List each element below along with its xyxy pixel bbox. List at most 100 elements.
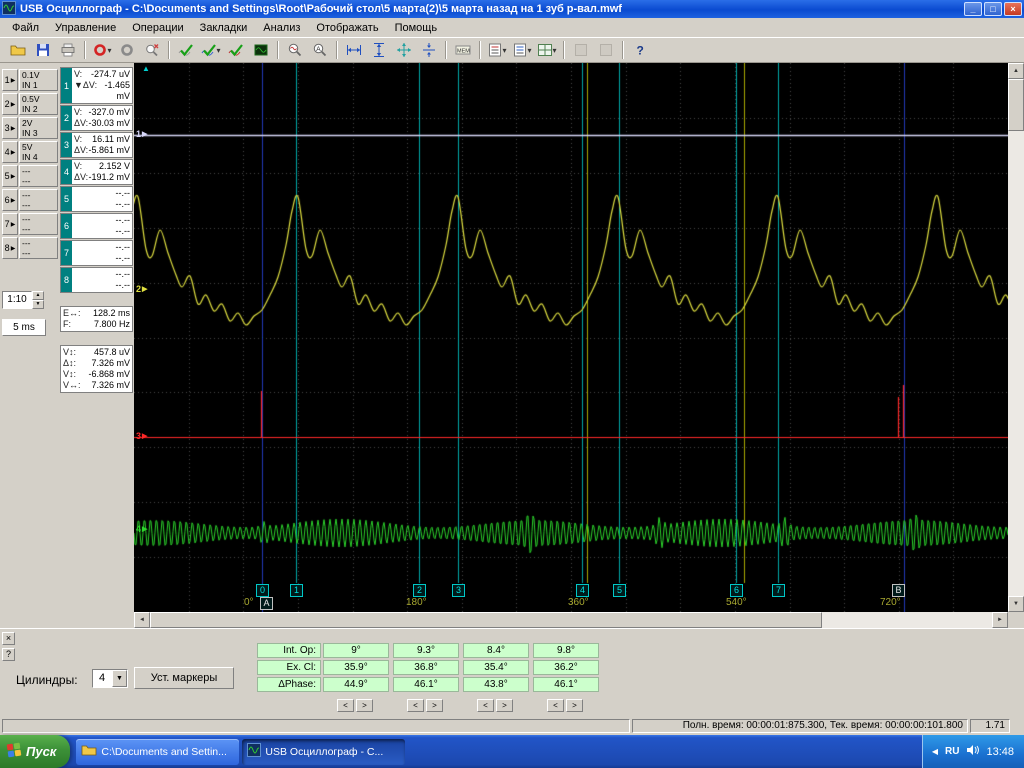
cylinder-4-prev-button[interactable]: < bbox=[547, 699, 564, 712]
timing-marker-1[interactable]: 1 bbox=[290, 584, 303, 597]
help-button[interactable]: ? bbox=[628, 39, 652, 61]
cylinders-select[interactable]: 4 ▼ bbox=[92, 669, 128, 688]
channel-row-2: 2 ▶ 0.5V IN 2 bbox=[2, 93, 58, 115]
trigger-marker[interactable]: ▲ bbox=[142, 64, 150, 73]
horizontal-scroll-thumb[interactable] bbox=[150, 612, 822, 628]
channel-5-button[interactable]: 5 ▶ bbox=[2, 165, 18, 187]
channel-3-button[interactable]: 3 ▶ bbox=[2, 117, 18, 139]
vertical-scrollbar[interactable]: ▲ ▼ bbox=[1008, 63, 1024, 612]
panel-help-button[interactable]: ? bbox=[2, 648, 15, 661]
channel-5-range[interactable]: --- --- bbox=[19, 165, 58, 187]
report-list-button[interactable]: ▾ bbox=[510, 39, 534, 61]
timing-marker-0[interactable]: 0 bbox=[256, 584, 269, 597]
fit-signal-button[interactable] bbox=[417, 39, 441, 61]
open-button[interactable] bbox=[6, 39, 30, 61]
task-button-2[interactable]: USB Осциллограф - C... bbox=[242, 738, 406, 765]
spin-down-icon[interactable]: ▼ bbox=[32, 300, 44, 309]
maximize-button[interactable]: □ bbox=[984, 2, 1002, 16]
dropdown-arrow-icon[interactable]: ▾ bbox=[216, 46, 220, 55]
vertical-scroll-thumb[interactable] bbox=[1008, 79, 1024, 131]
timing-marker-7[interactable]: 7 bbox=[772, 584, 785, 597]
probe-ratio-spinner[interactable]: 1:10 ▲ ▼ bbox=[2, 291, 44, 309]
channel-7-button[interactable]: 7 ▶ bbox=[2, 213, 18, 235]
channel-7-range[interactable]: --- --- bbox=[19, 213, 58, 235]
close-button[interactable]: × bbox=[1004, 2, 1022, 16]
panel-close-button[interactable]: × bbox=[2, 632, 15, 645]
cylinder-1-next-button[interactable]: > bbox=[356, 699, 373, 712]
stop-acquisition-button[interactable] bbox=[115, 39, 139, 61]
center-markers-button[interactable] bbox=[392, 39, 416, 61]
channel-arrow-icon: ▶ bbox=[10, 173, 16, 180]
cylinder-3-next-button[interactable]: > bbox=[496, 699, 513, 712]
channel-3-range[interactable]: 2V IN 3 bbox=[19, 117, 58, 139]
dropdown-arrow-icon[interactable]: ▾ bbox=[527, 46, 531, 55]
start-button[interactable]: Пуск bbox=[0, 735, 71, 768]
menu-view[interactable]: Отображать bbox=[308, 20, 386, 36]
channel-1-button[interactable]: 1 ▶ bbox=[2, 69, 18, 91]
channel-6-range[interactable]: --- --- bbox=[19, 189, 58, 211]
measure-mode-button[interactable]: ▾ bbox=[199, 39, 223, 61]
timing-marker-5[interactable]: 5 bbox=[613, 584, 626, 597]
channel-2-readout: 2 V: -327.0 mV ΔV: -30.03 mV bbox=[60, 105, 133, 131]
cylinder-4-next-button[interactable]: > bbox=[566, 699, 583, 712]
bookmark-list-button[interactable]: ▾ bbox=[485, 39, 509, 61]
scroll-up-button[interactable]: ▲ bbox=[1008, 63, 1024, 79]
horizontal-markers-button[interactable] bbox=[342, 39, 366, 61]
svg-text:MEM: MEM bbox=[457, 49, 470, 55]
channel-1-range[interactable]: 0.1V IN 1 bbox=[19, 69, 58, 91]
start-acquisition-button[interactable]: ▾ bbox=[90, 39, 114, 61]
menu-file[interactable]: Файл bbox=[4, 20, 47, 36]
timing-marker-4[interactable]: 4 bbox=[576, 584, 589, 597]
cylinder-3-prev-button[interactable]: < bbox=[477, 699, 494, 712]
spin-up-icon[interactable]: ▲ bbox=[32, 291, 44, 300]
zoom-signal-button[interactable] bbox=[283, 39, 307, 61]
memory-button[interactable]: MEM bbox=[451, 39, 475, 61]
print-button[interactable] bbox=[56, 39, 80, 61]
horizontal-scrollbar[interactable]: ◄ ► bbox=[134, 612, 1008, 628]
timing-marker-3[interactable]: 3 bbox=[452, 584, 465, 597]
autoset-button[interactable] bbox=[174, 39, 198, 61]
timing-marker-2[interactable]: 2 bbox=[413, 584, 426, 597]
verify-signal-button[interactable] bbox=[224, 39, 248, 61]
dropdown-arrow-icon[interactable]: ▼ bbox=[112, 670, 127, 687]
channel-4-range[interactable]: 5V IN 4 bbox=[19, 141, 58, 163]
vertical-markers-button[interactable] bbox=[367, 39, 391, 61]
zoom-auto-button[interactable]: A bbox=[308, 39, 332, 61]
volume-icon[interactable] bbox=[966, 744, 980, 759]
overlay-mode-button[interactable] bbox=[249, 39, 273, 61]
channel-2-range[interactable]: 0.5V IN 2 bbox=[19, 93, 58, 115]
menu-help[interactable]: Помощь bbox=[387, 20, 446, 36]
dropdown-arrow-icon[interactable]: ▾ bbox=[502, 46, 506, 55]
task-button-1[interactable]: C:\Documents and Settin... bbox=[76, 738, 240, 765]
channel-2-button[interactable]: 2 ▶ bbox=[2, 93, 18, 115]
timebase-button[interactable]: 5 ms bbox=[2, 319, 46, 336]
range-marker-B[interactable]: B bbox=[892, 584, 905, 597]
cylinder-2-prev-button[interactable]: < bbox=[407, 699, 424, 712]
cylinder-2-next-button[interactable]: > bbox=[426, 699, 443, 712]
scroll-left-button[interactable]: ◄ bbox=[134, 612, 150, 628]
save-button[interactable] bbox=[31, 39, 55, 61]
dropdown-arrow-icon[interactable]: ▾ bbox=[552, 46, 556, 55]
timing-marker-6[interactable]: 6 bbox=[730, 584, 743, 597]
channel-8-button[interactable]: 8 ▶ bbox=[2, 237, 18, 259]
menu-analysis[interactable]: Анализ bbox=[255, 20, 308, 36]
menu-bookmarks[interactable]: Закладки bbox=[192, 20, 256, 36]
minimize-button[interactable]: _ bbox=[964, 2, 982, 16]
scroll-down-button[interactable]: ▼ bbox=[1008, 596, 1024, 612]
set-markers-button[interactable]: Уст. маркеры bbox=[134, 667, 234, 689]
cylinder-1-prev-button[interactable]: < bbox=[337, 699, 354, 712]
channel-8-range[interactable]: --- --- bbox=[19, 237, 58, 259]
clear-button[interactable] bbox=[140, 39, 164, 61]
menu-operations[interactable]: Операции bbox=[124, 20, 191, 36]
channel-6-button[interactable]: 6 ▶ bbox=[2, 189, 18, 211]
range-marker-A[interactable]: A bbox=[260, 597, 273, 610]
menu-control[interactable]: Управление bbox=[47, 20, 124, 36]
channel-4-button[interactable]: 4 ▶ bbox=[2, 141, 18, 163]
language-indicator[interactable]: RU bbox=[945, 746, 959, 757]
grid-settings-button[interactable]: ▾ bbox=[535, 39, 559, 61]
dropdown-arrow-icon[interactable]: ▾ bbox=[107, 46, 111, 55]
channel-3-trace-marker: 3 ▶ bbox=[136, 431, 148, 441]
status-main-panel bbox=[2, 719, 630, 733]
hide-icons-chevron[interactable]: ◀ bbox=[932, 747, 938, 756]
scroll-right-button[interactable]: ► bbox=[992, 612, 1008, 628]
